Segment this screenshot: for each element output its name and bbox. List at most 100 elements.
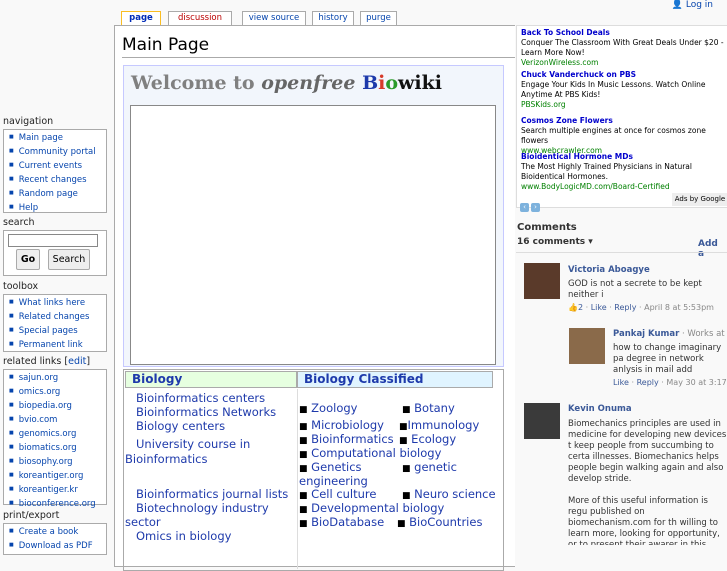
print-export-portlet: Create a book Download as PDF (3, 523, 107, 555)
tool-what-links-here[interactable]: What links here (9, 297, 106, 311)
related-biosophy[interactable]: biosophy.org (9, 456, 106, 470)
related-koreantiger-kr[interactable]: koreantiger.kr (9, 484, 106, 498)
link-bioinformatics[interactable]: Bioinformatics (311, 432, 393, 446)
bullet-icon: ■ (299, 405, 308, 415)
link-genetics[interactable]: Genetics (311, 460, 361, 474)
link-cell-culture[interactable]: Cell culture (311, 487, 376, 501)
bullet-icon: ■ (299, 519, 308, 529)
tab-history[interactable]: history (312, 11, 354, 25)
reply-link[interactable]: Reply (614, 303, 636, 312)
reply-link[interactable]: Reply (637, 378, 659, 387)
link-neuro-science[interactable]: Neuro science (414, 487, 495, 501)
go-button[interactable]: Go (16, 249, 40, 270)
ad-url[interactable]: PBSKids.org (521, 100, 727, 110)
link-omics[interactable]: Omics in biology (136, 529, 231, 543)
like-link[interactable]: Like (613, 378, 629, 387)
link-microbiology[interactable]: Microbiology (311, 418, 384, 432)
avatar[interactable] (569, 328, 605, 364)
related-biopedia[interactable]: biopedia.org (9, 400, 106, 414)
welcome-box: Welcome to openfree Biowiki (123, 65, 504, 367)
avatar[interactable] (524, 403, 560, 439)
add-comment-link[interactable]: Add a (698, 239, 727, 259)
print-create-book[interactable]: Create a book (9, 526, 106, 540)
ad-item[interactable]: Back To School Deals Conquer The Classro… (521, 28, 727, 68)
ad-title[interactable]: Cosmos Zone Flowers (521, 116, 727, 126)
comment-author-name[interactable]: Pankaj Kumar (613, 329, 679, 339)
tab-purge[interactable]: purge (360, 11, 397, 25)
related-links-edit[interactable]: edit (68, 356, 86, 367)
welcome-text: Welcome to (131, 72, 262, 94)
related-sajun[interactable]: sajun.org (9, 372, 106, 386)
tool-related-changes[interactable]: Related changes (9, 311, 106, 325)
related-omics[interactable]: omics.org (9, 386, 106, 400)
link-zoology[interactable]: Zoology (311, 401, 357, 415)
link-university-course[interactable]: University course in (136, 437, 250, 451)
related-biomatics[interactable]: biomatics.org (9, 442, 106, 456)
link-developmental-biology[interactable]: Developmental biology (311, 501, 444, 515)
login-link[interactable]: Log in (686, 0, 713, 10)
search-button[interactable]: Search (48, 249, 90, 270)
link-immunology[interactable]: Immunology (408, 418, 480, 432)
ad-title[interactable]: Back To School Deals (521, 28, 727, 38)
related-genomics[interactable]: genomics.org (9, 428, 106, 442)
print-download-pdf[interactable]: Download as PDF (9, 540, 106, 554)
ad-title[interactable]: Chuck Vanderchuck on PBS (521, 70, 727, 80)
link-biodatabase[interactable]: BioDatabase (311, 515, 384, 529)
ad-panel: Back To School Deals Conquer The Classro… (516, 25, 727, 212)
ads-by-google[interactable]: Ads by Google (672, 193, 727, 206)
ad-desc: Conquer The Classroom With Great Deals U… (521, 38, 724, 57)
ad-title[interactable]: Bioidentical Hormone MDs (521, 152, 727, 162)
link-botany[interactable]: Botany (414, 401, 455, 415)
chevron-left-icon[interactable]: ‹ (520, 203, 529, 212)
comment-date[interactable]: April 8 at 5:53pm (644, 303, 714, 312)
like-link[interactable]: Like (591, 303, 607, 312)
content-area: Main Page Welcome to openfree Biowiki Bi… (114, 25, 515, 571)
nav-main-page[interactable]: Main page (9, 132, 106, 146)
link-biology-centers[interactable]: Biology centers (136, 419, 225, 433)
link-computational-biology[interactable]: Computational biology (311, 446, 441, 460)
comment-author[interactable]: Victoria Aboagye (568, 265, 650, 275)
link-journal-lists[interactable]: Bioinformatics journal lists (136, 487, 288, 501)
tab-page[interactable]: page (121, 11, 161, 25)
tab-view-source[interactable]: view source (242, 11, 306, 25)
ad-nav: ‹ › (520, 194, 542, 213)
link-genetic-engineering[interactable]: engineering (299, 474, 368, 488)
nav-current-events[interactable]: Current events (9, 160, 106, 174)
comment-author[interactable]: Kevin Onuma (568, 404, 632, 414)
tool-special-pages[interactable]: Special pages (9, 325, 106, 339)
ad-url[interactable]: VerizonWireless.com (521, 58, 727, 68)
search-input[interactable] (8, 234, 98, 247)
link-biotech-industry[interactable]: Biotechnology industry (136, 501, 269, 515)
ad-item[interactable]: Cosmos Zone Flowers Search multiple engi… (521, 116, 727, 156)
navigation-portlet: Main page Community portal Current event… (3, 129, 107, 213)
personal-bar: 👤 Log in (672, 0, 713, 10)
ad-url[interactable]: www.BodyLogicMD.com/Board-Certified (521, 182, 727, 192)
link-university-course-cont[interactable]: Bioinformatics (125, 452, 207, 466)
tab-discussion[interactable]: discussion (168, 11, 232, 25)
link-biotech-industry-cont[interactable]: sector (125, 515, 161, 529)
welcome-b: B (362, 72, 379, 94)
nav-random-page[interactable]: Random page (9, 188, 106, 202)
nav-recent-changes[interactable]: Recent changes (9, 174, 106, 188)
related-bvio[interactable]: bvio.com (9, 414, 106, 428)
embedded-frame (130, 105, 496, 365)
comment-author[interactable]: Pankaj Kumar · Works at S (613, 329, 727, 339)
link-ecology[interactable]: Ecology (411, 432, 456, 446)
comment-date[interactable]: May 30 at 3:17 (666, 378, 726, 387)
bullet-icon: ■ (399, 436, 408, 446)
link-biocountries[interactable]: BioCountries (409, 515, 482, 529)
link-bioinformatics-networks[interactable]: Bioinformatics Networks (136, 405, 276, 419)
comment-text: how to change imaginary pa degree in net… (613, 343, 722, 375)
nav-community-portal[interactable]: Community portal (9, 146, 106, 160)
chevron-right-icon[interactable]: › (531, 203, 540, 212)
avatar[interactable] (524, 263, 560, 299)
comments-count[interactable]: 16 comments ▾ (517, 237, 593, 247)
ad-item[interactable]: Bioidentical Hormone MDs The Most Highly… (521, 152, 727, 192)
nav-help[interactable]: Help (9, 202, 106, 216)
comment-text: Biomechanics principles are used in medi… (568, 419, 727, 545)
link-bioinformatics-centers[interactable]: Bioinformatics centers (136, 391, 265, 405)
link-genetic[interactable]: genetic (414, 460, 457, 474)
ad-item[interactable]: Chuck Vanderchuck on PBS Engage Your Kid… (521, 70, 727, 110)
related-koreantiger-org[interactable]: koreantiger.org (9, 470, 106, 484)
tool-permanent-link[interactable]: Permanent link (9, 339, 106, 353)
